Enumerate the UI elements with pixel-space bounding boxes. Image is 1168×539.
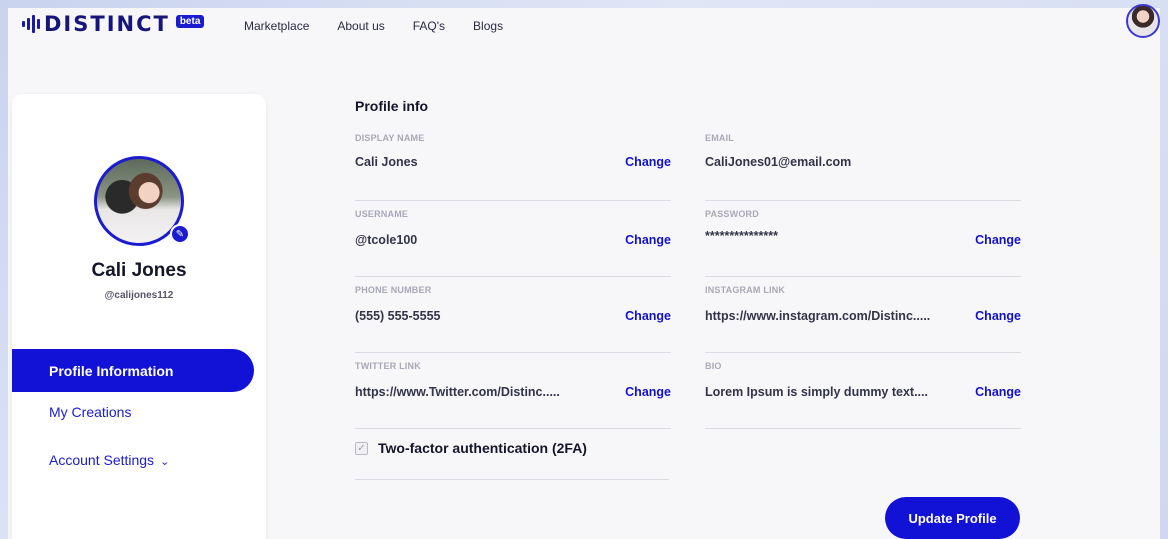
field-display-name: DISPLAY NAME Cali Jones Change [355, 133, 671, 201]
change-display-name-button[interactable]: Change [625, 155, 671, 169]
profile-sidebar: ✎ Cali Jones @calijones112 Profile Infor… [12, 94, 266, 539]
field-label: PHONE NUMBER [355, 285, 432, 295]
field-value: @tcole100 [355, 233, 418, 247]
field-phone-number: PHONE NUMBER (555) 555-5555 Change [355, 285, 671, 353]
field-label: EMAIL [705, 133, 734, 143]
top-navigation: DISTINCT beta Marketplace About us FAQ's… [8, 4, 1160, 48]
field-value: CaliJones01@email.com [705, 155, 852, 169]
change-phone-button[interactable]: Change [625, 309, 671, 323]
field-value: Cali Jones [355, 155, 418, 169]
field-twitter-link: TWITTER LINK https://www.Twitter.com/Dis… [355, 361, 671, 429]
main-nav: Marketplace About us FAQ's Blogs [244, 19, 531, 33]
nav-link-marketplace[interactable]: Marketplace [244, 19, 309, 33]
menu-item-my-creations[interactable]: My Creations [49, 404, 131, 420]
section-title: Profile info [355, 98, 429, 114]
nav-link-blogs[interactable]: Blogs [473, 19, 503, 33]
two-factor-label: Two-factor authentication (2FA) [378, 440, 587, 456]
field-label: TWITTER LINK [355, 361, 421, 371]
edit-photo-icon[interactable]: ✎ [170, 224, 190, 244]
field-label: USERNAME [355, 209, 409, 219]
nav-link-about-us[interactable]: About us [337, 19, 384, 33]
two-factor-checkbox[interactable]: ✓ [355, 442, 368, 455]
change-instagram-button[interactable]: Change [975, 309, 1021, 323]
chevron-down-icon: ⌄ [160, 456, 170, 468]
sidebar-user-handle: @calijones112 [104, 290, 174, 301]
update-profile-button[interactable]: Update Profile [885, 497, 1020, 539]
user-avatar[interactable] [1126, 4, 1160, 38]
account-settings-label: Account Settings [49, 452, 155, 468]
field-value: (555) 555-5555 [355, 309, 441, 323]
field-bio: BIO Lorem Ipsum is simply dummy text....… [705, 361, 1021, 429]
distinct-logo[interactable]: DISTINCT beta [22, 12, 205, 36]
field-label: PASSWORD [705, 209, 759, 219]
field-password: PASSWORD *************** Change [705, 209, 1021, 277]
sidebar-user-name: Cali Jones [91, 260, 187, 281]
field-value: https://www.Twitter.com/Distinc..... [355, 385, 560, 399]
change-bio-button[interactable]: Change [975, 385, 1021, 399]
field-label: DISPLAY NAME [355, 133, 425, 143]
field-value: https://www.instagram.com/Distinc..... [705, 309, 931, 323]
field-username: USERNAME @tcole100 Change [355, 209, 671, 277]
change-password-button[interactable]: Change [975, 233, 1021, 247]
sound-wave-icon [22, 15, 40, 33]
two-factor-auth-option: ✓ Two-factor authentication (2FA) [355, 436, 669, 480]
logo-wordmark: DISTINCT [44, 12, 170, 36]
field-instagram-link: INSTAGRAM LINK https://www.instagram.com… [705, 285, 1021, 353]
page: DISTINCT beta Marketplace About us FAQ's… [8, 4, 1160, 539]
change-username-button[interactable]: Change [625, 233, 671, 247]
field-value: Lorem Ipsum is simply dummy text.... [705, 385, 928, 399]
field-email: EMAIL CaliJones01@email.com [705, 133, 1021, 201]
menu-item-profile-information[interactable]: Profile Information [12, 349, 254, 392]
beta-badge: beta [175, 14, 205, 28]
menu-item-account-settings[interactable]: Account Settings ⌄ [49, 452, 169, 468]
field-value: *************** [705, 229, 778, 243]
field-label: INSTAGRAM LINK [705, 285, 786, 295]
nav-link-faqs[interactable]: FAQ's [413, 19, 445, 33]
field-label: BIO [705, 361, 722, 371]
change-twitter-button[interactable]: Change [625, 385, 671, 399]
